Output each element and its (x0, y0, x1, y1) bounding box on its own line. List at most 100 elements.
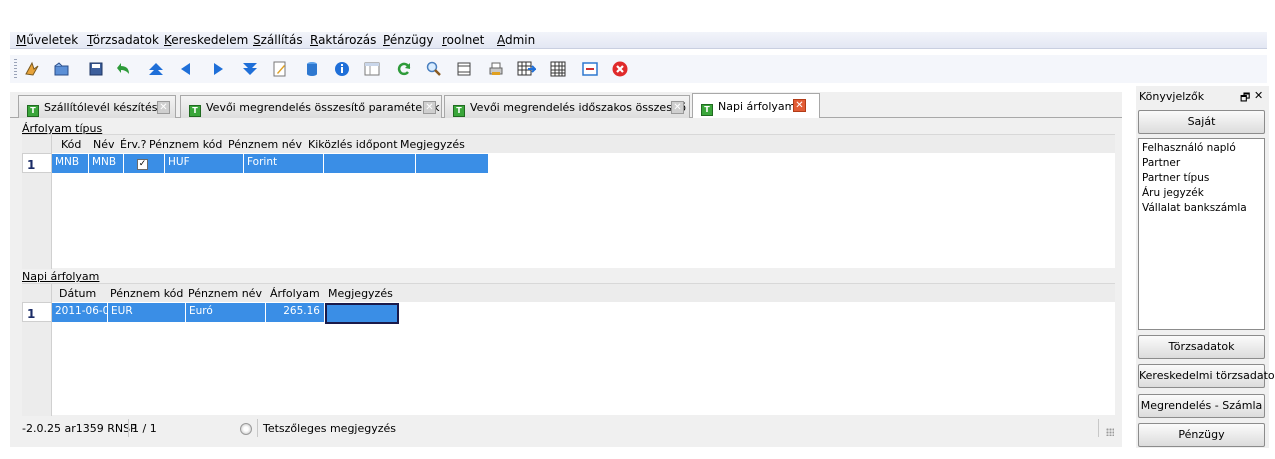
napi-arfolyam-grid: Dátum Pénznem kód Pénznem név Árfolyam M… (22, 283, 1115, 416)
col-header-nev[interactable]: Név (93, 138, 115, 151)
note-option-label: Tetszőleges megjegyzés (263, 422, 397, 435)
tab-label: Vevői megrendelés összesítő paraméterek (206, 101, 440, 114)
close-tab-icon[interactable]: ✕ (671, 101, 684, 114)
status-separator (257, 419, 258, 437)
col-header-arfolyam[interactable]: Árfolyam (270, 287, 320, 300)
bookmark-item[interactable]: Partner (1142, 156, 1261, 171)
filter-icon[interactable] (454, 59, 474, 79)
cell-penznem-nev[interactable]: Forint (244, 154, 324, 173)
pin-icon[interactable]: 🗗 (1240, 89, 1250, 108)
bookmark-item[interactable]: Vállalat bankszámla (1142, 201, 1261, 216)
cell-kikozles[interactable] (324, 154, 416, 173)
menu-kereskedelem[interactable]: Kereskedelem (164, 33, 248, 47)
table-icon: T (453, 105, 465, 117)
menu-roolnet[interactable]: roolnet (442, 33, 484, 47)
section-title-napi-arfolyam: Napi árfolyam (22, 270, 100, 283)
own-bookmarks-button[interactable]: Saját (1138, 110, 1265, 134)
main-panel: T Szállítólevél készítés ✕ T Vevői megrend… (10, 92, 1122, 447)
checkbox-icon[interactable]: ✓ (137, 159, 148, 170)
close-panel-icon[interactable]: ✕ (1254, 89, 1263, 102)
cell-erv[interactable]: ✓ (124, 154, 165, 173)
bookmark-list: Felhasználó napló Partner Partner típus … (1138, 138, 1265, 330)
database-icon[interactable] (302, 59, 322, 79)
close-red-icon[interactable] (610, 59, 630, 79)
menu-szallitas[interactable]: Szállítás (253, 33, 303, 47)
cell-penznem-kod[interactable]: HUF (165, 154, 244, 173)
refresh-icon[interactable] (394, 59, 414, 79)
cell-arfolyam[interactable]: 265.16 (266, 303, 325, 322)
close-tab-icon[interactable]: ✕ (157, 101, 170, 114)
open-icon[interactable] (52, 59, 72, 79)
tab-napi-arfolyam[interactable]: T Napi árfolyam ✕ (692, 93, 820, 118)
close-tab-icon[interactable]: ✕ (423, 101, 436, 114)
menu-raktarozas[interactable]: Raktározás (310, 33, 376, 47)
menu-penzugy[interactable]: Pénzügy (383, 33, 433, 47)
run-icon[interactable] (22, 59, 42, 79)
cell-penznem-nev[interactable]: Euró (186, 303, 266, 322)
col-header-penznem-kod[interactable]: Pénznem kód (110, 287, 183, 300)
info-icon[interactable] (332, 59, 352, 79)
toolbar-grip[interactable] (14, 59, 17, 79)
menu-admin[interactable]: Admin (497, 33, 535, 47)
status-separator (128, 419, 129, 437)
row-number[interactable]: 1 (22, 153, 52, 173)
col-header-datum[interactable]: Dátum (59, 287, 96, 300)
col-header-kod[interactable]: Kód (61, 138, 81, 151)
tab-label: Szállítólevél készítés (44, 101, 158, 114)
first-record-icon[interactable] (146, 59, 166, 79)
edit-icon[interactable] (270, 59, 290, 79)
bookmarks-title: Könyvjelzők (1139, 90, 1205, 103)
print-icon[interactable] (486, 59, 506, 79)
toolbar (10, 55, 1267, 83)
last-record-icon[interactable] (240, 59, 260, 79)
grid-header: Kód Név Érv.? Pénznem kód Pénznem név Ki… (52, 135, 1115, 153)
version-label: -2.0.25 ar1359 RNSP (22, 422, 137, 435)
col-header-penznem-nev[interactable]: Pénznem név (228, 138, 302, 151)
col-header-penznem-nev[interactable]: Pénznem név (188, 287, 262, 300)
menu-bar: Műveletek Törzsadatok Kereskedelem Száll… (10, 32, 1267, 49)
tab-vevoi-idoszakos[interactable]: T Vevői megrendelés időszakos összesítő ✕ (444, 95, 690, 118)
col-header-megjegyzes[interactable]: Megjegyzés (400, 138, 465, 151)
table-export-icon[interactable] (516, 59, 536, 79)
undo-icon[interactable] (114, 59, 134, 79)
next-record-icon[interactable] (208, 59, 228, 79)
resize-grip-icon[interactable] (1106, 428, 1114, 436)
fullscreen-icon[interactable] (580, 59, 600, 79)
tab-vevoi-parameterek[interactable]: T Vevői megrendelés összesítő paraméterek… (180, 95, 442, 118)
cell-megjegyzes[interactable] (416, 154, 489, 173)
menu-torzsadatok[interactable]: Törzsadatok (87, 33, 159, 47)
col-header-penznem-kod[interactable]: Pénznem kód (149, 138, 222, 151)
cell-penznem-kod[interactable]: EUR (108, 303, 186, 322)
form-icon[interactable] (362, 59, 382, 79)
tab-label: Vevői megrendelés időszakos összesítő (470, 101, 687, 114)
kereskedelmi-torzsadatok-button[interactable]: Kereskedelmi törzsadatok (1138, 364, 1275, 388)
cell-megjegyzes[interactable] (325, 303, 399, 324)
note-radio[interactable] (240, 423, 252, 435)
save-icon[interactable] (86, 59, 106, 79)
col-header-megjegyzes[interactable]: Megjegyzés (328, 287, 393, 300)
status-bar: -2.0.25 ar1359 RNSP 1 / 1 Tetszőleges me… (10, 416, 1122, 438)
megrendeles-szamla-button[interactable]: Megrendelés - Számla (1138, 394, 1265, 418)
cell-kod[interactable]: MNB (52, 154, 89, 173)
close-tab-icon[interactable]: ✕ (793, 99, 806, 112)
bookmarks-panel: Könyvjelzők 🗗 ✕ Saját Felhasználó napló … (1136, 86, 1275, 448)
record-counter: 1 / 1 (132, 422, 157, 435)
tab-szallitolevel[interactable]: T Szállítólevél készítés ✕ (18, 95, 176, 118)
col-header-kikozles[interactable]: Kiközlés időpont (308, 138, 398, 151)
bookmark-item[interactable]: Felhasználó napló (1142, 141, 1261, 156)
grid-icon[interactable] (548, 59, 568, 79)
penzugy-button[interactable]: Pénzügy (1138, 423, 1265, 447)
grid-header: Dátum Pénznem kód Pénznem név Árfolyam M… (52, 284, 1115, 302)
tab-strip: T Szállítólevél készítés ✕ T Vevői megrend… (10, 92, 1122, 118)
tab-label: Napi árfolyam (718, 100, 796, 113)
menu-muveletek[interactable]: Műveletek (16, 33, 78, 47)
cell-nev[interactable]: MNB (89, 154, 124, 173)
cell-datum[interactable]: 2011-06-0 (52, 303, 108, 322)
prev-record-icon[interactable] (176, 59, 196, 79)
row-number[interactable]: 1 (22, 302, 52, 322)
torzsadatok-button[interactable]: Törzsadatok (1138, 335, 1265, 359)
col-header-erv[interactable]: Érv.? (120, 138, 146, 151)
bookmark-item[interactable]: Partner típus (1142, 171, 1261, 186)
search-icon[interactable] (424, 59, 444, 79)
bookmark-item[interactable]: Áru jegyzék (1142, 186, 1261, 201)
